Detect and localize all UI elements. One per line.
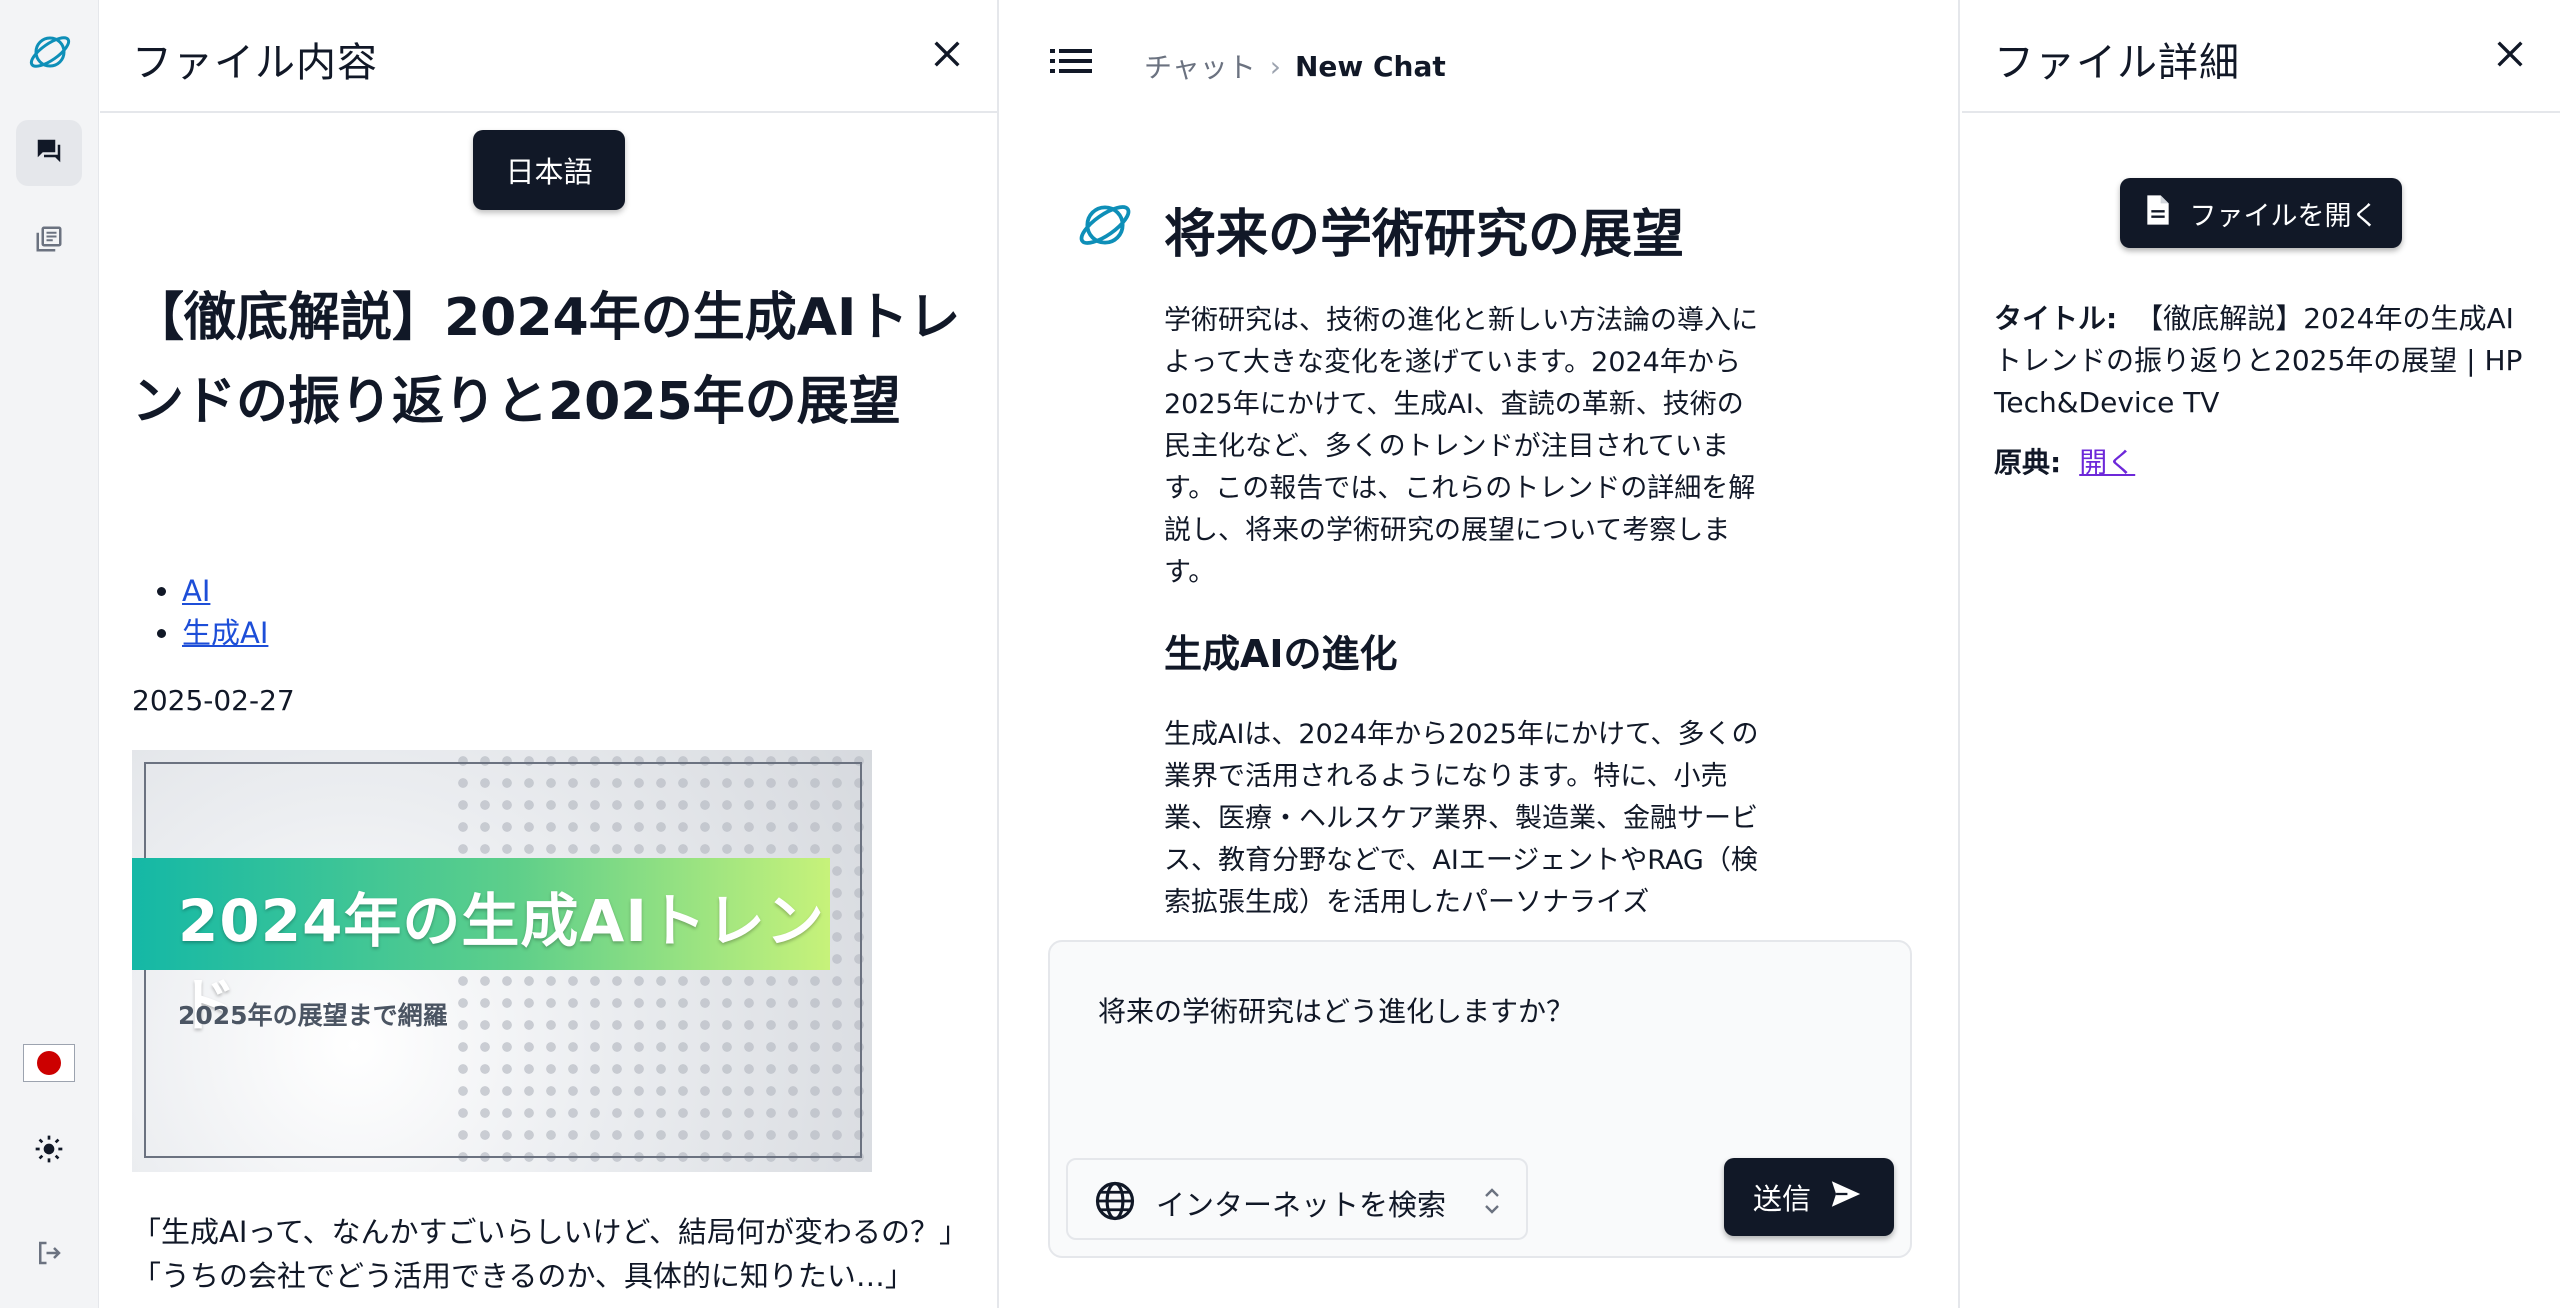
file-content-panel: ファイル内容 日本語 【徹底解説】2024年の生成AIトレンドの振り返りと202…	[100, 0, 999, 1308]
file-details-header: ファイル詳細	[1962, 0, 2560, 113]
breadcrumb: チャット › New Chat	[1144, 46, 1446, 86]
hero-subline: 2025年の展望まで網羅	[178, 1001, 448, 1030]
search-mode-label: インターネットを検索	[1156, 1188, 1447, 1222]
chat-bubbles-icon	[34, 136, 64, 170]
source-open-link[interactable]: 開く	[2079, 446, 2135, 479]
japan-flag-language-button[interactable]	[23, 1044, 75, 1082]
logout-button[interactable]	[16, 1222, 82, 1288]
theme-toggle-button[interactable]	[16, 1118, 82, 1184]
answer-section-text: 生成AIは、2024年から2025年にかけて、多くの業界で活用されるようになりま…	[1164, 719, 1759, 918]
tag-item: AI	[182, 570, 268, 612]
file-content-header: ファイル内容	[100, 0, 997, 113]
sun-icon	[33, 1133, 65, 1169]
document-icon	[2144, 194, 2172, 233]
close-file-details-button[interactable]	[2486, 32, 2534, 80]
chat-nav-button[interactable]	[16, 120, 82, 186]
article-date: 2025-02-27	[132, 684, 295, 717]
meta-source-key: 原典:	[1994, 446, 2062, 479]
open-file-button[interactable]: ファイルを開く	[2120, 178, 2402, 248]
breadcrumb-current: New Chat	[1294, 49, 1446, 83]
quote-line: 「生成AIって、なんかすごいらしいけど、結局何が変わるの？」	[132, 1215, 969, 1249]
chat-input[interactable]: 将来の学術研究はどう進化しますか？	[1098, 990, 1574, 1030]
file-meta: タイトル: 【徹底解説】2024年の生成AIトレンドの振り返りと2025年の展望 …	[1994, 298, 2534, 484]
send-label: 送信	[1752, 1182, 1811, 1216]
menu-list-icon[interactable]	[1050, 44, 1092, 78]
assistant-message: 将来の学術研究の展望 学術研究は、技術の進化と新しい方法論の導入によって大きな変…	[1164, 200, 1768, 924]
flag-sun	[37, 1051, 61, 1075]
file-details-panel: ファイル詳細 ファイルを開く タイトル: 【徹底解説】2024年の生成AIトレンド…	[1962, 0, 2560, 1308]
answer-intro: 学術研究は、技術の進化と新しい方法論の導入によって大きな変化を遂げています。20…	[1164, 305, 1758, 588]
file-content-title: ファイル内容	[132, 40, 378, 86]
tag-list: AI 生成AI	[182, 570, 268, 654]
send-arrow-icon	[1827, 1177, 1865, 1218]
assistant-avatar-icon	[1076, 196, 1134, 254]
close-icon	[930, 37, 964, 75]
close-icon	[2493, 37, 2527, 75]
left-rail	[0, 0, 99, 1308]
tag-link-generative-ai[interactable]: 生成AI	[182, 616, 268, 650]
library-nav-button[interactable]	[16, 208, 82, 274]
article-hero-image: 2024年の生成AIトレンド 2025年の展望まで網羅	[132, 750, 872, 1172]
breadcrumb-chat[interactable]: チャット	[1144, 46, 1256, 86]
quote-line: 「うちの会社でどう活用できるのか、具体的に知りたい…」	[132, 1259, 914, 1293]
article-title: 【徹底解説】2024年の生成AIトレンドの振り返りと2025年の展望	[132, 288, 961, 432]
chat-panel: チャット › New Chat 将来の学術研究の展望 学術研究は、技術の進化と新…	[1000, 0, 1960, 1308]
planet-logo-icon[interactable]	[24, 26, 76, 78]
close-file-content-button[interactable]	[923, 32, 971, 80]
chevron-right-icon: ›	[1269, 49, 1281, 83]
answer-section-heading: 生成AIの進化	[1164, 632, 1398, 676]
meta-title-row: タイトル: 【徹底解説】2024年の生成AIトレンドの振り返りと2025年の展望 …	[1994, 298, 2534, 424]
globe-icon	[1094, 1180, 1136, 1222]
library-icon	[34, 224, 64, 258]
send-button[interactable]: 送信	[1724, 1158, 1894, 1236]
article-quote: 「生成AIって、なんかすごいらしいけど、結局何が変わるの？」 「うちの会社でどう…	[132, 1210, 968, 1298]
select-chevron-icon	[1482, 1182, 1502, 1220]
chat-composer: 将来の学術研究はどう進化しますか？ インターネットを検索 送信	[1048, 940, 1912, 1258]
file-details-title: ファイル詳細	[1994, 40, 2240, 86]
tag-item: 生成AI	[182, 612, 268, 654]
answer-heading: 将来の学術研究の展望	[1164, 205, 1685, 265]
language-button[interactable]: 日本語	[473, 130, 625, 210]
app-window: ファイル内容 日本語 【徹底解説】2024年の生成AIトレンドの振り返りと202…	[0, 0, 2560, 1308]
logout-icon	[34, 1238, 64, 1272]
search-mode-select[interactable]: インターネットを検索	[1066, 1158, 1528, 1240]
open-file-label: ファイルを開く	[2189, 200, 2379, 232]
tag-link-ai[interactable]: AI	[182, 574, 210, 608]
meta-source-row: 原典: 開く	[1994, 442, 2534, 484]
meta-title-key: タイトル:	[1994, 302, 2118, 335]
